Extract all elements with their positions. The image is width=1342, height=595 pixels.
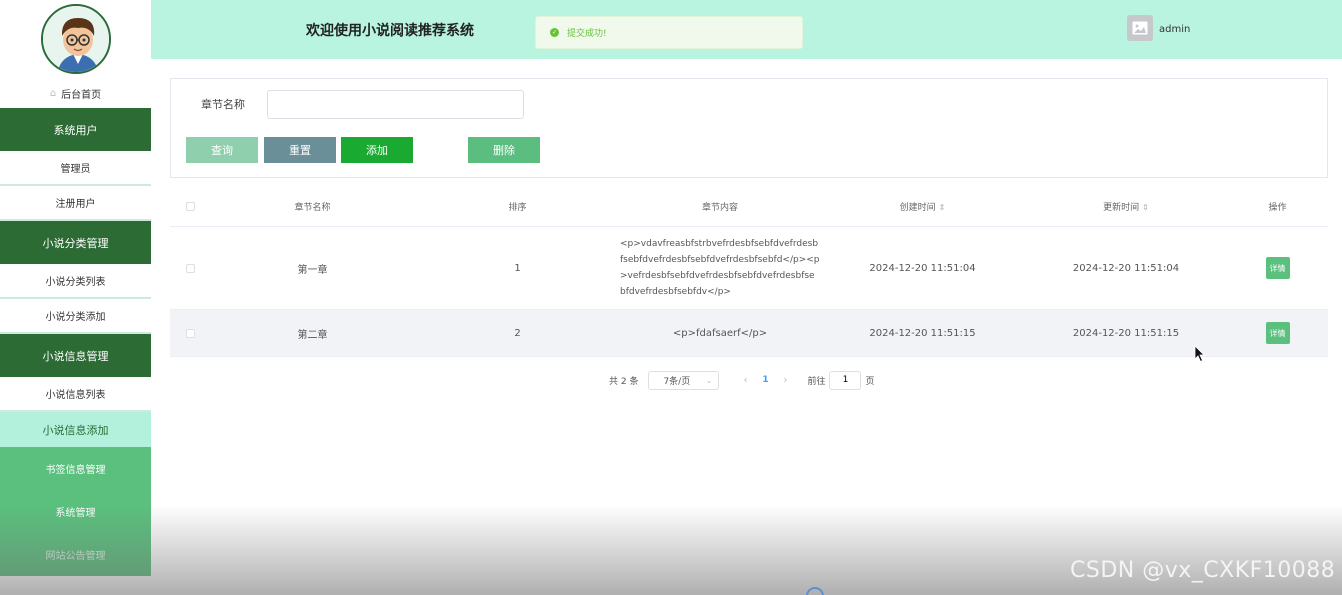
cell-ops: 详情 <box>1227 322 1328 344</box>
row-checkbox[interactable] <box>185 263 195 273</box>
sidebar-group-novel-info[interactable]: 小说信息管理 <box>0 334 151 377</box>
sidebar-item-label: 小说信息列表 <box>45 390 106 401</box>
sidebar-item-registered-users[interactable]: 注册用户 <box>0 186 151 221</box>
cell-created: 2024-12-20 11:51:04 <box>869 262 976 274</box>
sidebar-group-novel-category[interactable]: 小说分类管理 <box>0 221 151 264</box>
user-avatar[interactable] <box>1127 15 1153 41</box>
row-check-cell <box>170 263 210 273</box>
cell-created: 2024-12-20 11:51:15 <box>869 327 976 339</box>
success-toast: ✓ 提交成功! <box>535 16 803 49</box>
reset-button[interactable]: 重置 <box>264 137 336 163</box>
chevron-down-icon: ⌄ <box>705 375 713 385</box>
table-header: 章节名称 排序 章节内容 创建时间 ⇕ 更新时间 ⇕ 操作 <box>170 186 1328 227</box>
scroll-indicator-icon <box>806 587 824 595</box>
page-size-select[interactable]: 7条/页 ⌄ <box>648 370 720 390</box>
pagination: 共 2 条 7条/页 ⌄ ‹ 1 › 前往 页 <box>609 370 874 390</box>
table-row: 第二章 2 <p>fdafsaerf</p> 2024-12-20 11:51:… <box>170 310 1328 357</box>
table-row: 第一章 1 <p>vdavfreasbfstrbvefrdesbfsebfdve… <box>170 227 1328 310</box>
prev-page-icon[interactable]: ‹ <box>735 375 755 386</box>
select-all-checkbox[interactable] <box>185 201 195 211</box>
cell-sort: 2 <box>514 327 521 339</box>
sidebar-group-announcement[interactable]: 网站公告管理 <box>0 533 151 576</box>
sidebar-group-system-management[interactable]: 系统管理 <box>0 490 151 533</box>
image-placeholder-icon <box>1132 21 1148 35</box>
sidebar-item-label: 小说分类列表 <box>45 277 106 288</box>
cell-ops: 详情 <box>1227 257 1328 279</box>
cartoon-avatar-icon <box>42 6 109 72</box>
col-header-content: 章节内容 <box>701 202 738 213</box>
sidebar-item-category-add[interactable]: 小说分类添加 <box>0 299 151 334</box>
detail-button[interactable]: 详情 <box>1265 322 1290 344</box>
page-size-value: 7条/页 <box>663 376 691 387</box>
top-header: 欢迎使用小说阅读推荐系统 ✓ 提交成功! admin <box>151 0 1342 59</box>
row-checkbox[interactable] <box>185 328 195 338</box>
sidebar-item-novel-add[interactable]: 小说信息添加 <box>0 412 151 447</box>
delete-button[interactable]: 删除 <box>468 137 540 163</box>
col-header-created[interactable]: 创建时间 ⇕ <box>820 200 1025 213</box>
toast-message: 提交成功! <box>567 29 607 39</box>
sidebar-avatar-area <box>0 0 151 78</box>
cell-updated: 2024-12-20 11:51:15 <box>1072 327 1180 339</box>
cell-name: 第二章 <box>297 329 328 341</box>
next-page-icon[interactable]: › <box>775 375 795 386</box>
add-button[interactable]: 添加 <box>341 137 413 163</box>
cell-sort: 1 <box>514 262 521 274</box>
row-check-cell <box>170 328 210 338</box>
page-suffix: 页 <box>865 376 875 387</box>
mouse-cursor-icon <box>1194 345 1205 363</box>
cell-name: 第一章 <box>297 264 328 276</box>
sidebar: ⌂ 后台首页 系统用户 管理员 注册用户 小说分类管理 小说分类列表 小说分类添… <box>0 0 151 595</box>
sidebar-item-label: 注册用户 <box>55 199 96 210</box>
goto-page-input[interactable] <box>829 370 862 390</box>
sidebar-item-label: 系统管理 <box>55 508 96 519</box>
col-header-updated[interactable]: 更新时间 ⇕ <box>1025 200 1227 213</box>
query-button[interactable]: 查询 <box>186 137 258 163</box>
home-icon: ⌂ <box>49 87 57 99</box>
page-title: 欢迎使用小说阅读推荐系统 <box>306 23 474 39</box>
sort-caret-icon[interactable]: ⇕ <box>939 203 946 212</box>
page-number-current[interactable]: 1 <box>755 375 775 385</box>
username[interactable]: admin <box>1159 24 1190 35</box>
sidebar-item-novel-list[interactable]: 小说信息列表 <box>0 377 151 412</box>
watermark: CSDN @vx_CXKF10088 <box>1070 558 1336 583</box>
col-header-created-label: 创建时间 <box>899 202 936 213</box>
sidebar-item-label: 书签信息管理 <box>45 465 106 476</box>
sidebar-item-label: 系统用户 <box>53 123 98 137</box>
search-panel: 章节名称 查询 重置 添加 删除 <box>170 78 1328 178</box>
pagination-total: 共 2 条 <box>609 376 639 387</box>
sidebar-group-bookmark[interactable]: 书签信息管理 <box>0 447 151 490</box>
sort-caret-icon[interactable]: ⇕ <box>1142 203 1149 212</box>
avatar <box>40 4 111 74</box>
col-header-sort: 排序 <box>508 202 527 213</box>
cell-content: <p>vdavfreasbfstrbvefrdesbfsebfdvefrdesb… <box>620 239 820 297</box>
detail-button[interactable]: 详情 <box>1265 257 1290 279</box>
sidebar-item-label: 管理员 <box>60 164 91 175</box>
sidebar-item-home[interactable]: ⌂ 后台首页 <box>0 78 151 108</box>
sidebar-item-admin[interactable]: 管理员 <box>0 151 151 186</box>
sidebar-item-label: 小说分类管理 <box>42 236 109 250</box>
chapter-name-input[interactable] <box>267 90 524 119</box>
goto-label: 前往 <box>807 376 826 387</box>
search-label: 章节名称 <box>201 98 245 111</box>
check-circle-icon: ✓ <box>550 28 559 37</box>
sidebar-group-system-users[interactable]: 系统用户 <box>0 108 151 151</box>
chapter-table: 章节名称 排序 章节内容 创建时间 ⇕ 更新时间 ⇕ 操作 第一章 1 <p>vda… <box>170 186 1328 357</box>
col-header-ops: 操作 <box>1268 202 1287 213</box>
sidebar-item-category-list[interactable]: 小说分类列表 <box>0 264 151 299</box>
select-all-cell <box>170 201 210 211</box>
sidebar-item-label: 小说信息管理 <box>42 349 109 363</box>
sidebar-item-label: 后台首页 <box>61 89 102 101</box>
sidebar-item-label: 网站公告管理 <box>45 551 106 562</box>
cell-content: <p>fdafsaerf</p> <box>672 327 768 339</box>
col-header-name: 章节名称 <box>294 202 331 213</box>
sidebar-item-label: 小说分类添加 <box>45 312 106 323</box>
sidebar-item-label: 小说信息添加 <box>42 423 109 437</box>
cell-updated: 2024-12-20 11:51:04 <box>1072 262 1180 274</box>
col-header-updated-label: 更新时间 <box>1103 202 1140 213</box>
